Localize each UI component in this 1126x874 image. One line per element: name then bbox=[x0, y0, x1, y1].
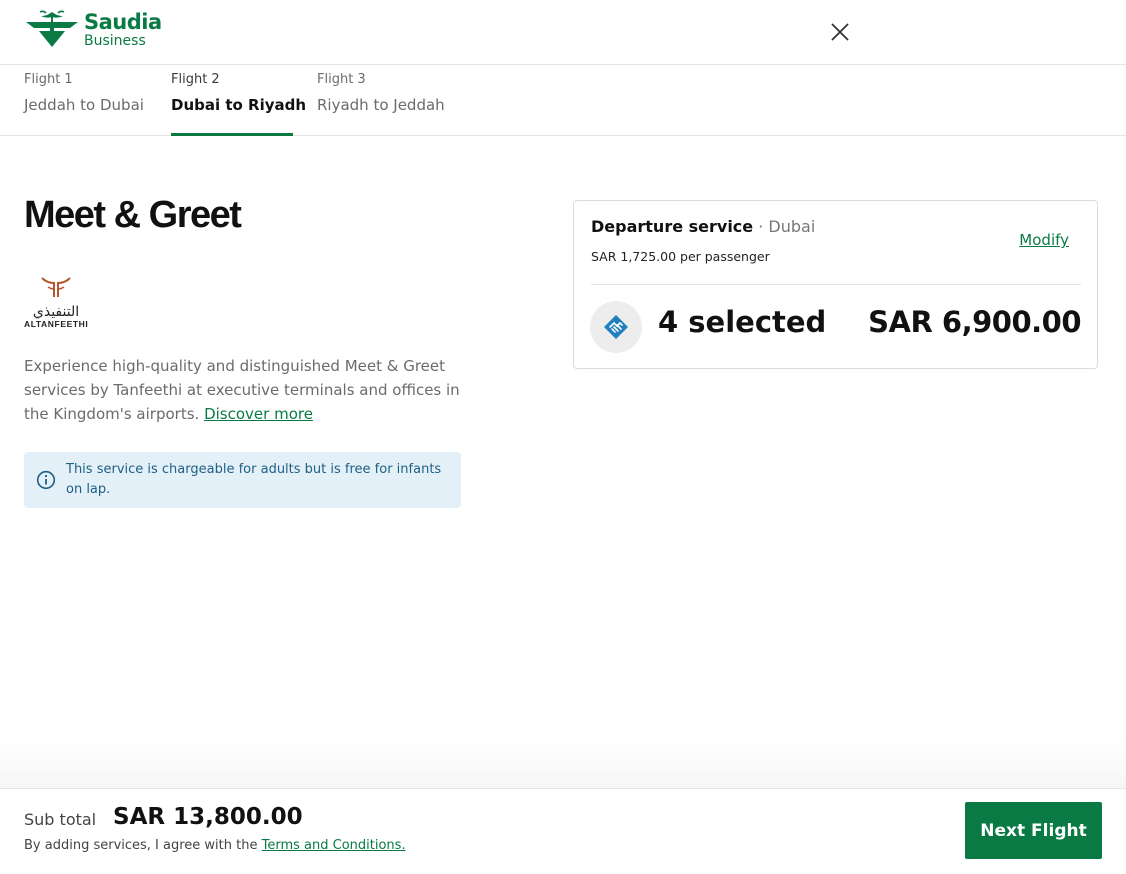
next-flight-button[interactable]: Next Flight bbox=[965, 802, 1102, 859]
altanfeethi-logo-icon bbox=[41, 277, 71, 297]
info-notice: This service is chargeable for adults bu… bbox=[24, 452, 461, 508]
tab-flight-1[interactable]: Flight 1 Jeddah to Dubai bbox=[24, 65, 148, 135]
logo-sub-name: Business bbox=[84, 33, 146, 49]
terms-agreement: By adding services, I agree with the Ter… bbox=[24, 838, 406, 853]
info-icon bbox=[36, 470, 56, 490]
footer-bar: Sub total SAR 13,800.00 By adding servic… bbox=[0, 788, 1126, 874]
service-type: Departure service bbox=[591, 217, 754, 236]
provider-name: ALTANFEETHI bbox=[24, 319, 89, 329]
tab-flight-3[interactable]: Flight 3 Riyadh to Jeddah bbox=[317, 65, 449, 135]
modify-link[interactable]: Modify bbox=[1019, 231, 1069, 249]
tab-flight-number: Flight 1 bbox=[24, 72, 73, 87]
service-card: Departure service · Dubai SAR 1,725.00 p… bbox=[573, 200, 1098, 369]
logo-brand-name: Saudia bbox=[84, 10, 162, 34]
service-total-price: SAR 6,900.00 bbox=[868, 305, 1081, 339]
service-card-title: Departure service · Dubai bbox=[591, 217, 815, 236]
tab-flight-route: Jeddah to Dubai bbox=[24, 96, 144, 114]
page-title: Meet & Greet bbox=[24, 194, 242, 236]
terms-link[interactable]: Terms and Conditions. bbox=[262, 838, 406, 853]
notice-text: This service is chargeable for adults bu… bbox=[66, 462, 442, 497]
discover-more-link[interactable]: Discover more bbox=[204, 405, 313, 423]
service-city: Dubai bbox=[768, 217, 816, 236]
tab-flight-route: Riyadh to Jeddah bbox=[317, 96, 445, 114]
tab-flight-2[interactable]: Flight 2 Dubai to Riyadh bbox=[171, 65, 306, 136]
provider-logo: التنفيذي ALTANFEETHI bbox=[24, 275, 92, 333]
footer-fade bbox=[0, 740, 1126, 788]
price-per-passenger: SAR 1,725.00 per passenger bbox=[591, 249, 770, 264]
saudia-palm-logo-icon bbox=[26, 10, 78, 47]
service-description: Experience high-quality and distinguishe… bbox=[24, 354, 464, 426]
svg-text:التنفيذي: التنفيذي bbox=[33, 304, 79, 319]
top-header: Saudia Business bbox=[0, 0, 1126, 65]
flight-tabs: Flight 1 Jeddah to Dubai Flight 2 Dubai … bbox=[0, 65, 1126, 136]
title-separator: · bbox=[758, 217, 764, 236]
tab-flight-route: Dubai to Riyadh bbox=[171, 96, 307, 114]
tab-flight-number: Flight 3 bbox=[317, 72, 366, 87]
selected-count: 4 selected bbox=[658, 305, 827, 339]
provider-arabic-wordmark: التنفيذي bbox=[33, 304, 79, 319]
tab-flight-number: Flight 2 bbox=[171, 72, 220, 87]
handshake-icon bbox=[604, 315, 628, 339]
card-divider bbox=[591, 284, 1081, 285]
agreement-text: By adding services, I agree with the bbox=[24, 838, 258, 853]
service-icon-badge bbox=[590, 301, 642, 353]
close-icon[interactable] bbox=[828, 20, 852, 44]
saudia-business-logo[interactable]: Saudia Business bbox=[24, 9, 162, 51]
subtotal-label: Sub total bbox=[24, 810, 97, 829]
subtotal-value: SAR 13,800.00 bbox=[113, 804, 303, 830]
